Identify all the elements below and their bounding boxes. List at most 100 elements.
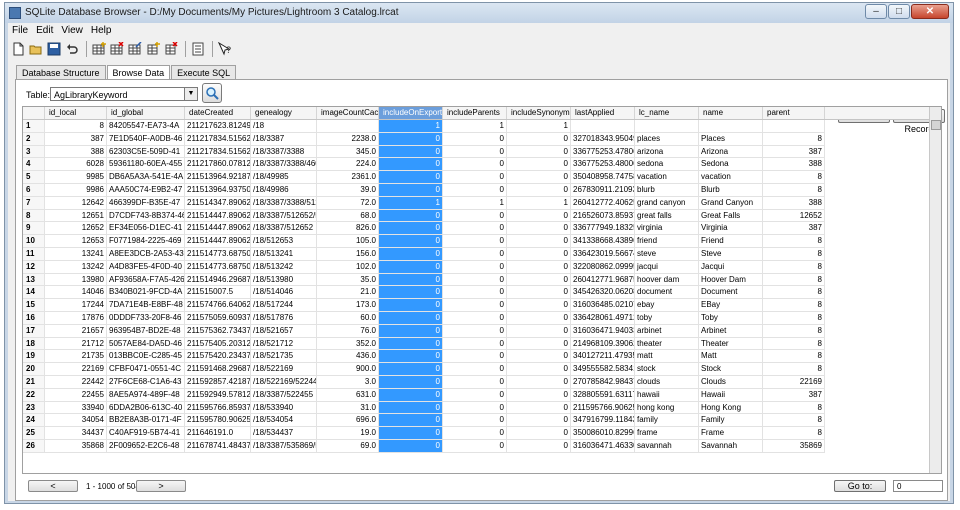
table-cell[interactable]: BB2E8A3B-0171-4F — [107, 414, 185, 428]
column-header[interactable]: parent — [763, 107, 825, 119]
table-cell[interactable]: vacation — [635, 171, 699, 184]
table-cell[interactable]: 0 — [443, 388, 507, 402]
table-row[interactable]: 1 8 84205547-EA73-4A 211217623.812499/18 1 1 1 — [23, 120, 931, 133]
table-cell[interactable]: 0 — [507, 171, 571, 184]
table-cell[interactable]: 6DDA2B06-613C-40 — [107, 401, 185, 415]
table-cell[interactable]: 72.0 — [317, 196, 379, 210]
create-table-icon[interactable] — [91, 41, 107, 57]
table-cell[interactable]: 0 — [507, 260, 571, 274]
table-cell[interactable]: 17876 — [45, 312, 107, 325]
table-cell[interactable]: 0 — [379, 235, 443, 248]
table-cell[interactable]: stock — [635, 363, 699, 376]
table-cell[interactable]: 322080862.099958 — [571, 260, 635, 274]
column-header[interactable]: lastApplied — [571, 107, 635, 119]
table-cell[interactable]: /18/3387/3388/460 — [251, 158, 317, 172]
table-cell[interactable]: 963954B7-BD2E-48 — [107, 324, 185, 338]
table-cell[interactable]: 211514447.890626 — [185, 209, 251, 223]
table-cell[interactable]: 0 — [507, 337, 571, 351]
table-cell[interactable]: Virginia — [699, 222, 763, 236]
table-cell[interactable]: 22169 — [45, 363, 107, 376]
table-cell[interactable]: 8AE5A974-489F-48 — [107, 388, 185, 402]
column-header[interactable]: dateCreated — [185, 107, 251, 119]
table-cell[interactable]: 9985 — [45, 171, 107, 184]
table-cell[interactable]: 0 — [507, 222, 571, 236]
table-cell[interactable]: Matt — [699, 350, 763, 364]
table-cell[interactable]: 316036471.463302 — [571, 440, 635, 453]
table-row[interactable]: 12 13242 A4D83FE5-4F0D-40 211514773.687501/… — [23, 260, 931, 274]
table-cell[interactable]: /18/534437 — [251, 427, 317, 440]
table-row[interactable]: 5 9985 DB6A5A3A-541E-4A 211513964.921875/18… — [23, 171, 931, 184]
table-row[interactable]: 26 35868 2F009652-E2C6-48 211678741.484374/… — [23, 440, 931, 453]
table-cell[interactable]: 8 — [763, 184, 825, 197]
table-cell[interactable]: 0 — [379, 286, 443, 300]
table-cell[interactable]: Frame — [699, 427, 763, 440]
table-cell[interactable]: ebay — [635, 299, 699, 312]
table-cell[interactable]: 59361180-60EA-455 — [107, 158, 185, 172]
table-cell[interactable]: 0 — [379, 312, 443, 325]
table-cell[interactable]: 0 — [379, 427, 443, 440]
table-cell[interactable]: 328805591.631178 — [571, 388, 635, 402]
table-cell[interactable]: Stock — [699, 363, 763, 376]
table-cell[interactable]: Document — [699, 286, 763, 300]
column-header[interactable]: includeSynonyms — [507, 107, 571, 119]
table-cell[interactable]: 0 — [443, 184, 507, 197]
delete-index-icon[interactable] — [163, 41, 179, 57]
table-cell[interactable]: 0 — [443, 299, 507, 312]
table-cell[interactable]: 8 — [763, 286, 825, 300]
table-cell[interactable]: Family — [699, 414, 763, 428]
table-cell[interactable]: B340B021-9FCD-4A — [107, 286, 185, 300]
table-cell[interactable]: 0 — [443, 248, 507, 261]
table-cell[interactable]: 316036471.94033 — [571, 324, 635, 338]
title-bar[interactable]: SQLite Database Browser - D:/My Document… — [5, 3, 953, 23]
table-cell[interactable]: /18/3387/512652/5 — [251, 209, 317, 223]
table-cell[interactable]: 216526073.859374 — [571, 209, 635, 223]
table-cell[interactable]: 0 — [379, 132, 443, 146]
table-cell[interactable]: EF34E056-D1EC-41 — [107, 222, 185, 236]
table-cell[interactable]: 0 — [379, 350, 443, 364]
table-cell[interactable]: 0 — [443, 171, 507, 184]
table-cell[interactable]: 0 — [443, 145, 507, 159]
table-cell[interactable]: 2361.0 — [317, 171, 379, 184]
table-cell[interactable]: 12652 — [763, 209, 825, 223]
table-cell[interactable]: 8 — [763, 363, 825, 376]
table-cell[interactable]: 8 — [763, 299, 825, 312]
table-cell[interactable]: 0 — [379, 401, 443, 415]
table-cell[interactable]: 436.0 — [317, 350, 379, 364]
column-header[interactable]: imageCountCache — [317, 107, 379, 119]
table-cell[interactable]: 27F6CE68-C1A6-43 — [107, 376, 185, 389]
table-cell[interactable]: Steve — [699, 248, 763, 261]
table-cell[interactable]: 1 — [507, 196, 571, 210]
table-cell[interactable]: Hong Kong — [699, 401, 763, 415]
table-cell[interactable]: 0 — [507, 312, 571, 325]
table-cell[interactable]: 0 — [507, 401, 571, 415]
table-cell[interactable]: 336423019.566742 — [571, 248, 635, 261]
table-cell[interactable]: /18/512653 — [251, 235, 317, 248]
column-header[interactable]: lc_name — [635, 107, 699, 119]
table-cell[interactable]: 214968109.390626 — [571, 337, 635, 351]
table-cell[interactable]: Friend — [699, 235, 763, 248]
scrollbar-thumb[interactable] — [931, 120, 941, 130]
table-cell[interactable]: Arizona — [699, 145, 763, 159]
table-cell[interactable]: theater — [635, 337, 699, 351]
table-cell[interactable]: 13242 — [45, 260, 107, 274]
open-database-icon[interactable] — [28, 41, 44, 57]
table-cell[interactable]: AF93658A-F7A5-426 — [107, 273, 185, 287]
table-cell[interactable]: 76.0 — [317, 324, 379, 338]
table-cell[interactable]: 387 — [45, 132, 107, 146]
table-cell[interactable]: 345.0 — [317, 145, 379, 159]
table-cell[interactable]: 8 — [45, 120, 107, 133]
table-cell[interactable]: steve — [635, 248, 699, 261]
table-cell[interactable]: 211217834.515626 — [185, 145, 251, 159]
table-cell[interactable]: 35868 — [45, 440, 107, 453]
table-cell[interactable]: 0 — [507, 145, 571, 159]
table-cell[interactable]: 316036485.021078 — [571, 299, 635, 312]
menu-edit[interactable]: Edit — [32, 23, 57, 39]
table-cell[interactable]: 0 — [507, 273, 571, 287]
table-cell[interactable]: 21657 — [45, 324, 107, 338]
table-cell[interactable]: great falls — [635, 209, 699, 223]
table-row[interactable]: 19 21735 013BBC0E-C285-45 211575420.234374/… — [23, 350, 931, 364]
table-cell[interactable]: 388 — [763, 158, 825, 172]
table-cell[interactable]: 341338668.438966 — [571, 235, 635, 248]
table-cell[interactable]: 0 — [379, 363, 443, 376]
undo-icon[interactable] — [64, 41, 80, 57]
